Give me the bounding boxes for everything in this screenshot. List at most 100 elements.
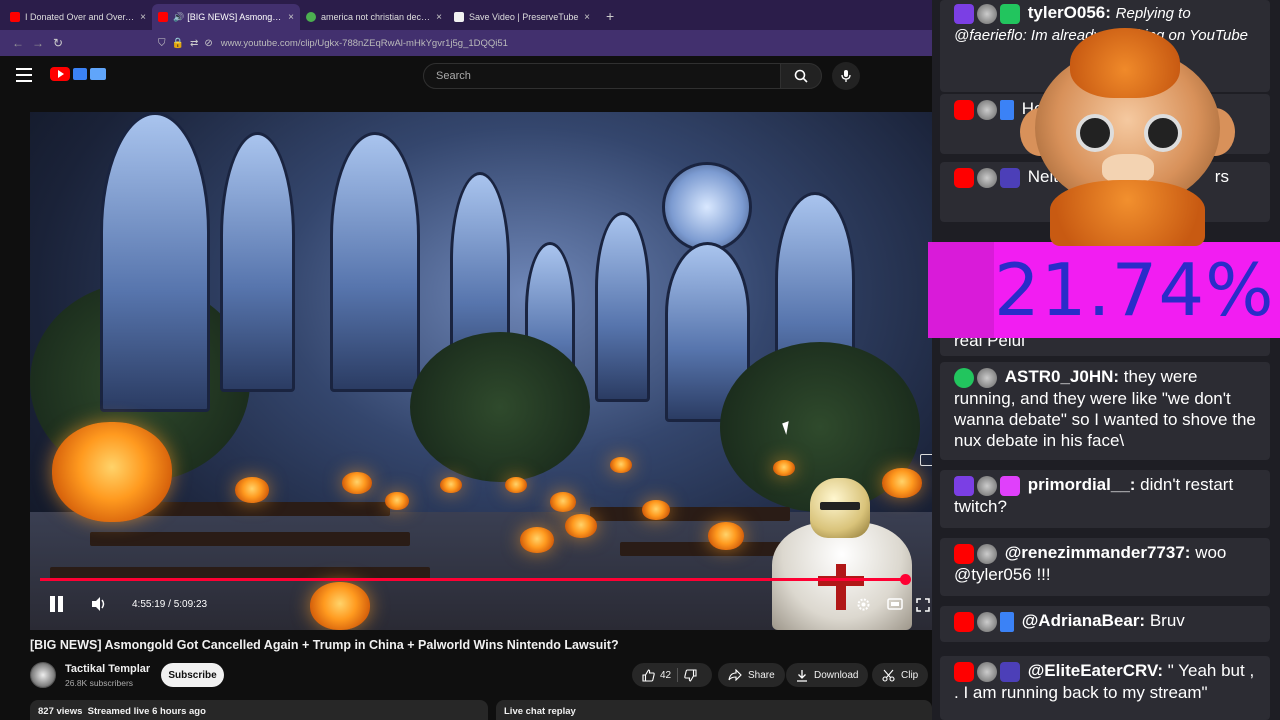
- clip-label: Clip: [901, 669, 919, 681]
- like-button[interactable]: 42: [642, 668, 671, 682]
- preservetube-favicon-icon: [454, 12, 464, 22]
- chat-author: @AdrianaBear:: [1021, 611, 1146, 630]
- verified-badge-icon: [1000, 3, 1020, 24]
- theater-button[interactable]: [887, 598, 903, 613]
- channel-avatar[interactable]: [30, 662, 56, 688]
- tab-2[interactable]: america not christian decarating ×: [300, 4, 448, 30]
- avatar-badge-icon: [977, 99, 997, 120]
- divider: [677, 668, 679, 682]
- pew: [90, 532, 410, 546]
- close-icon[interactable]: ×: [288, 12, 294, 23]
- live-chat-replay-panel[interactable]: Live chat replay: [496, 700, 932, 720]
- channel-name[interactable]: Tactikal Templar: [65, 663, 150, 675]
- thumbs-up-icon: [642, 668, 655, 682]
- microphone-icon: [841, 70, 851, 82]
- close-icon[interactable]: ×: [584, 12, 590, 23]
- settings-button[interactable]: [856, 597, 871, 615]
- close-icon[interactable]: ×: [140, 12, 146, 23]
- tab-3[interactable]: Save Video | PreserveTube ×: [448, 4, 596, 30]
- new-tab-button[interactable]: +: [596, 8, 614, 30]
- close-icon[interactable]: ×: [436, 12, 442, 23]
- logo-mark-icon: [73, 68, 87, 80]
- video-title: [BIG NEWS] Asmongold Got Cancelled Again…: [30, 638, 619, 652]
- pew: [140, 502, 390, 516]
- search-placeholder: Search: [436, 70, 471, 82]
- permissions-icon[interactable]: ⇄: [190, 38, 198, 49]
- youtube-favicon-icon: [158, 12, 168, 22]
- pumpkin: [310, 582, 370, 630]
- pumpkin: [565, 514, 597, 538]
- chat-message: primordial__: didn't restart twitch?: [940, 470, 1270, 528]
- avatar-badge-icon: [977, 3, 997, 24]
- pumpkin: [342, 472, 372, 494]
- avatar-badge-icon: [977, 661, 997, 682]
- percentage-readout: 21.74%: [994, 248, 1275, 332]
- pumpkin: [385, 492, 409, 510]
- dislike-button[interactable]: [684, 668, 697, 682]
- back-arrow-icon[interactable]: ←: [8, 36, 28, 50]
- shield-icon[interactable]: ⛉: [158, 38, 166, 49]
- clip-button[interactable]: Clip: [872, 663, 929, 687]
- search-input[interactable]: Search: [423, 63, 781, 89]
- video-player[interactable]: [30, 112, 932, 630]
- search-icon: [794, 69, 808, 83]
- progress-bar[interactable]: [40, 574, 911, 585]
- subscribe-button[interactable]: Subscribe: [161, 663, 224, 687]
- url-icons: ⛉ 🔒 ⇄ ⊘: [158, 38, 213, 49]
- diamond-badge-icon: [1000, 475, 1020, 496]
- x-badge-icon: [954, 367, 974, 388]
- search-button[interactable]: [780, 63, 822, 89]
- pumpkin: [550, 492, 576, 512]
- chat-author: @renezimmander7737:: [1004, 543, 1191, 562]
- volume-icon: [92, 597, 105, 611]
- youtube-logo[interactable]: [50, 67, 106, 81]
- chat-text: Bruv: [1149, 611, 1185, 630]
- voice-search-button[interactable]: [832, 62, 860, 90]
- tab-1[interactable]: 🔊 [BIG NEWS] Asmongold Go ×: [152, 4, 300, 30]
- no-tracking-icon[interactable]: ⊘: [204, 38, 212, 49]
- progress-fill: [40, 578, 905, 581]
- avatar-badge-icon: [977, 367, 997, 388]
- time-display: 4:55:19 / 5:09:23: [132, 599, 208, 610]
- live-chat-label: Live chat replay: [504, 706, 576, 717]
- scissors-icon: [882, 669, 895, 682]
- youtube-favicon-icon: [10, 12, 20, 22]
- logo-mark-icon: [90, 68, 106, 80]
- miniplayer-icon[interactable]: [920, 454, 932, 466]
- screen: I Donated Over and Over...To S × 🔊 [BIG …: [0, 0, 1280, 720]
- download-icon: [797, 669, 807, 682]
- share-label: Share: [748, 669, 775, 681]
- progress-scrubber[interactable]: [899, 574, 911, 585]
- subscriber-count: 26.8K subscribers: [65, 678, 134, 688]
- description-box[interactable]: 827 views Streamed live 6 hours ago: [30, 700, 488, 720]
- lock-icon[interactable]: 🔒: [172, 38, 184, 49]
- tab-0[interactable]: I Donated Over and Over...To S ×: [4, 4, 152, 30]
- tab-title: Save Video | PreserveTube: [469, 12, 579, 22]
- view-count-and-date: 827 views Streamed live 6 hours ago: [38, 706, 206, 717]
- share-button[interactable]: Share: [718, 663, 785, 687]
- tab-title: I Donated Over and Over...To S: [25, 12, 136, 22]
- url-bar: ← → ↻ ⛉ 🔒 ⇄ ⊘ www.youtube.com/clip/Ugkx-…: [0, 30, 932, 56]
- address-field[interactable]: www.youtube.com/clip/Ugkx-788nZEqRwAl-mH…: [221, 38, 508, 49]
- twitch-badge-icon: [954, 475, 974, 496]
- download-button[interactable]: Download: [786, 663, 869, 687]
- templar-knight-avatar: [752, 472, 932, 630]
- avatar-badge-icon: [977, 167, 997, 188]
- church-window: [220, 132, 295, 392]
- fullscreen-icon: [916, 598, 930, 612]
- church-window: [100, 112, 210, 412]
- fullscreen-button[interactable]: [916, 598, 930, 615]
- reload-icon[interactable]: ↻: [48, 36, 68, 50]
- youtube-badge-icon: [954, 543, 974, 564]
- chat-author: ASTR0_J0HN:: [1004, 367, 1120, 386]
- chat-message: @AdrianaBear: Bruv: [940, 606, 1270, 642]
- volume-button[interactable]: [90, 596, 108, 615]
- pause-button[interactable]: [50, 596, 66, 614]
- crown-badge-icon: [1000, 661, 1020, 682]
- youtube-play-logo-icon: [50, 67, 70, 81]
- google-favicon-icon: [306, 12, 316, 22]
- forward-arrow-icon[interactable]: →: [28, 36, 48, 50]
- tab-title: america not christian decarating: [321, 12, 432, 22]
- menu-icon[interactable]: [16, 68, 32, 82]
- browser-window: I Donated Over and Over...To S × 🔊 [BIG …: [0, 0, 932, 720]
